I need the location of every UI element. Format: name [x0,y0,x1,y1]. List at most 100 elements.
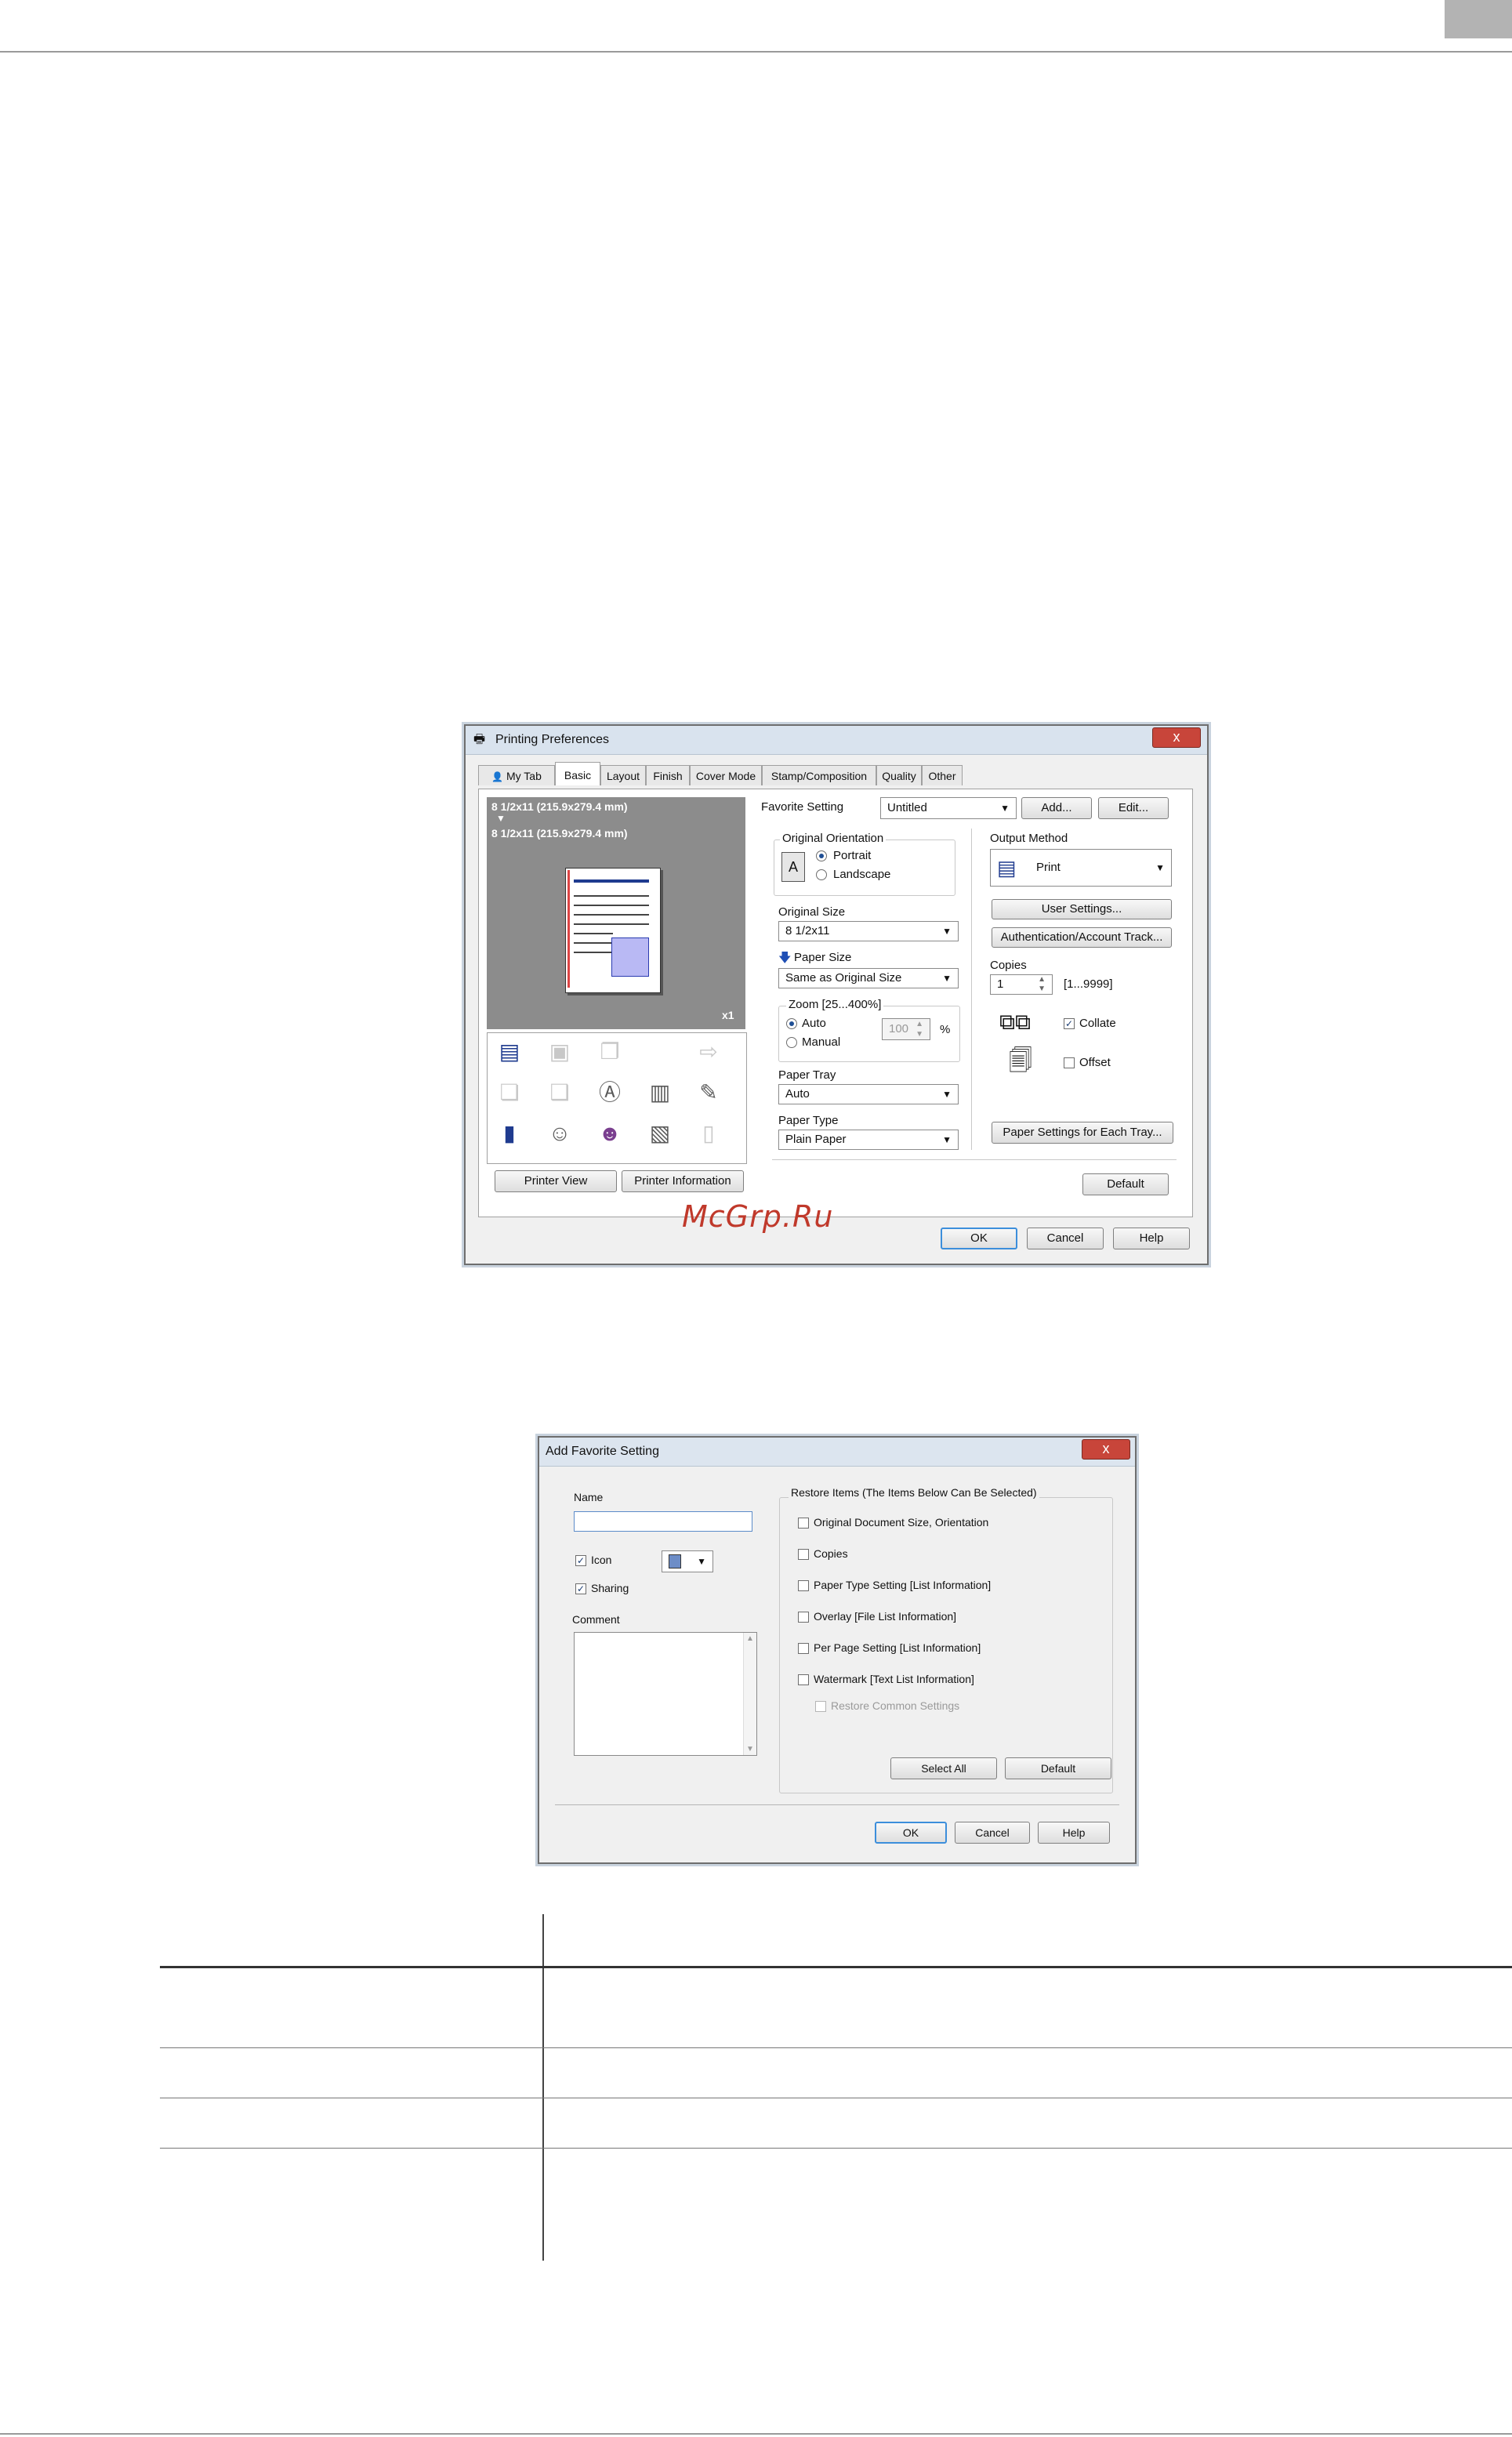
original-size-select[interactable]: 8 1/2x11 ▼ [778,921,959,941]
offset-stack-icon: 🗐 [1009,1048,1032,1074]
name-field[interactable] [574,1511,752,1532]
duplex-icon[interactable]: ❏ [494,1077,525,1108]
tab-other[interactable]: Other [922,765,963,785]
site-watermark: McGrp.Ru [682,1199,834,1234]
original-orientation-label: Original Orientation [780,832,887,845]
paper-settings-each-tray-button[interactable]: Paper Settings for Each Tray... [992,1122,1173,1144]
icon-label: Icon [591,1554,612,1566]
comment-textarea[interactable]: ▲ ▼ [574,1632,757,1756]
restore-original-size-checkbox[interactable] [798,1518,809,1529]
spin-arrows-icon: ▲ ▼ [916,1020,923,1039]
preview-copies-badge: x1 [722,1009,734,1021]
printer-information-button[interactable]: Printer Information [622,1170,744,1192]
cancel-button[interactable]: Cancel [955,1822,1030,1844]
booklet-icon[interactable]: ▮ [494,1118,525,1149]
icon-select[interactable]: ▼ [662,1550,713,1572]
collate-label: Collate [1079,1017,1116,1030]
paper-type-select[interactable]: Plain Paper ▼ [778,1130,959,1150]
select-all-button[interactable]: Select All [890,1757,997,1779]
original-size-label: Original Size [778,905,846,919]
icon-checkbox[interactable]: ✓ [575,1555,586,1566]
close-button[interactable]: x [1152,727,1201,748]
help-button[interactable]: Help [1113,1228,1190,1249]
authentication-account-track-button[interactable]: Authentication/Account Track... [992,927,1172,948]
restore-paper-type-checkbox[interactable] [798,1580,809,1591]
fold-icon[interactable]: ⇨ [693,1036,724,1068]
scroll-down-icon[interactable]: ▼ [746,1745,754,1753]
zoom-auto-radio[interactable] [786,1018,797,1029]
tab-cover-mode[interactable]: Cover Mode [690,765,762,785]
copies-stepper[interactable]: 1 ▲ ▼ [990,974,1053,995]
cancel-button[interactable]: Cancel [1027,1228,1104,1249]
chevron-down-icon: ▼ [942,1134,952,1145]
tab-basic[interactable]: Basic [555,762,600,785]
copies-range: [1...9999] [1064,977,1113,991]
tab-my-tab[interactable]: 👤 My Tab [478,765,555,785]
restore-copies-label: Copies [814,1547,848,1560]
favorite-edit-button[interactable]: Edit... [1098,797,1169,819]
paper-tray-select[interactable]: Auto ▼ [778,1084,959,1104]
default-button[interactable]: Default [1005,1757,1111,1779]
landscape-radio[interactable] [816,869,827,880]
output-method-select[interactable]: ▤ Print ▼ [990,849,1172,887]
tab-quality[interactable]: Quality [876,765,922,785]
chevron-down-icon: ▼ [1000,803,1010,814]
ok-button[interactable]: OK [875,1822,947,1844]
chevron-down-icon: ▼ [1155,862,1165,873]
bottom-rule [0,2433,1512,2435]
paper-size-select[interactable]: Same as Original Size ▼ [778,968,959,988]
default-button[interactable]: Default [1082,1173,1169,1195]
portrait-radio[interactable] [816,850,827,861]
combine-icon[interactable]: ❑ [544,1077,575,1108]
collate-checkbox[interactable]: ✓ [1064,1018,1075,1029]
user-settings-button[interactable]: User Settings... [992,899,1172,919]
tab-stamp-composition[interactable]: Stamp/Composition [762,765,876,785]
box-save-icon[interactable]: ▯ [693,1118,724,1149]
zoom-value-stepper[interactable]: 100 ▲ ▼ [882,1018,930,1040]
scrollbar[interactable]: ▲ ▼ [743,1633,756,1755]
preview-size-line-2: 8 1/2x11 (215.9x279.4 mm) [491,827,628,840]
offset-checkbox[interactable] [1064,1057,1075,1068]
table-row-rule [160,2148,1512,2149]
scroll-up-icon[interactable]: ▲ [746,1634,754,1643]
close-button[interactable]: x [1082,1439,1130,1460]
help-button[interactable]: Help [1038,1822,1110,1844]
staple-icon[interactable]: ▣ [544,1036,575,1068]
stamp-preview [611,937,649,977]
tab-strip: 👤 My Tab Basic Layout Finish Cover Mode … [478,762,964,789]
add-favorite-setting-dialog: Add Favorite Setting x Name ✓ Icon ▼ ✓ S… [538,1436,1137,1864]
preview-size-line-1: 8 1/2x11 (215.9x279.4 mm) [491,800,628,813]
favorite-setting-select[interactable]: Untitled ▼ [880,797,1017,819]
restore-copies-checkbox[interactable] [798,1549,809,1560]
sharing-checkbox[interactable]: ✓ [575,1583,586,1594]
ok-button[interactable]: OK [941,1228,1017,1249]
page-preview [565,868,661,993]
favorite-add-button[interactable]: Add... [1021,797,1092,819]
overlay-icon[interactable]: ✎ [693,1077,724,1108]
zoom-manual-radio[interactable] [786,1037,797,1048]
text-stamp-icon[interactable]: Ⓐ [594,1077,625,1108]
restore-common-checkbox[interactable] [815,1701,826,1712]
secure-print-icon[interactable]: ☺ [544,1118,575,1149]
authentication-icon[interactable]: ☻ [594,1118,625,1149]
printer-view-button[interactable]: Printer View [495,1170,617,1192]
name-label: Name [574,1491,604,1503]
print-output-icon[interactable]: ▤ [494,1036,525,1068]
user-icon: 👤 [491,771,504,782]
restore-watermark-checkbox[interactable] [798,1674,809,1685]
tab-finish[interactable]: Finish [646,765,690,785]
account-track-icon[interactable]: ▧ [644,1118,676,1149]
dialog-title-bar: Add Favorite Setting [539,1438,1135,1467]
restore-original-size-label: Original Document Size, Orientation [814,1516,989,1529]
table-header-rule [160,1966,1512,1968]
print-icon: ▤ [997,856,1017,879]
paper-type-label: Paper Type [778,1114,839,1127]
restore-per-page-checkbox[interactable] [798,1643,809,1654]
restore-overlay-checkbox[interactable] [798,1612,809,1623]
tab-layout[interactable]: Layout [600,765,646,785]
page-corner-tab [1445,0,1512,38]
copies-label: Copies [990,959,1027,972]
sharing-label: Sharing [591,1582,629,1594]
watermark-icon[interactable]: ▥ [644,1077,676,1108]
copies-icon[interactable]: ❐ [594,1036,625,1068]
